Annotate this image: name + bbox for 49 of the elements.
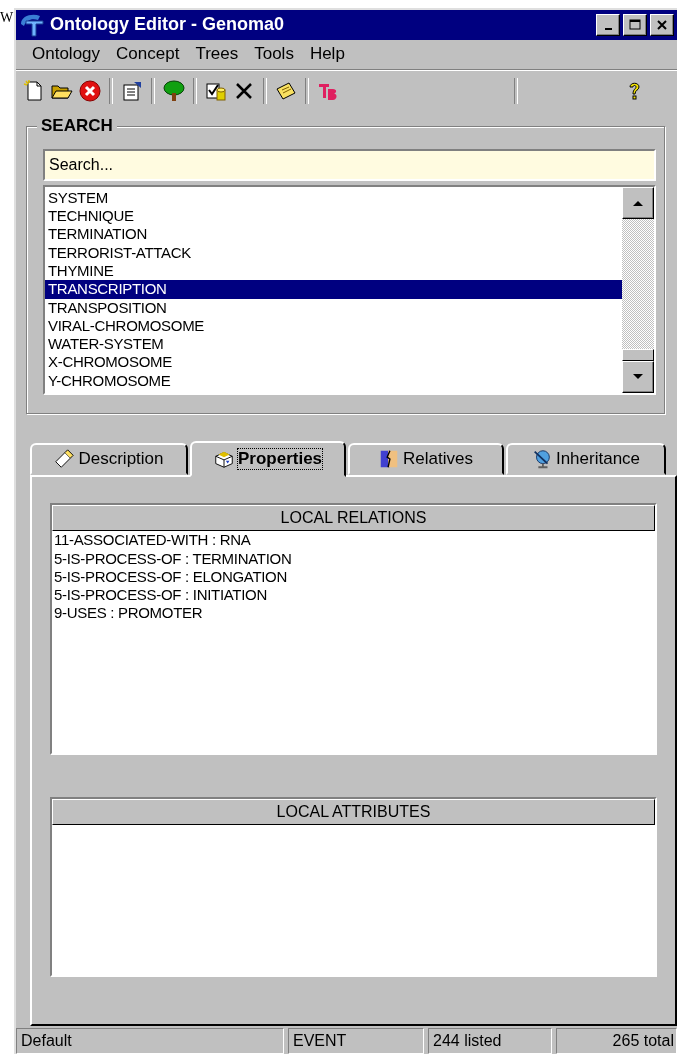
pencil-icon — [53, 448, 76, 471]
list-item[interactable]: TRANSCRIPTION — [45, 280, 622, 299]
scroll-up-button[interactable] — [622, 186, 654, 219]
menu-item[interactable]: Tools — [246, 42, 302, 67]
list-item[interactable]: TRANSPOSITION — [45, 298, 622, 317]
list-item[interactable]: TERMINATION — [45, 225, 622, 244]
list-item[interactable]: X-CHROMOSOME — [45, 353, 622, 372]
menu-item[interactable]: Trees — [187, 42, 247, 67]
list-item[interactable]: WATER-SYSTEM — [45, 335, 622, 354]
maximize-button[interactable] — [623, 13, 647, 36]
maximize-icon — [629, 18, 641, 31]
scroll-thumb[interactable] — [622, 348, 654, 361]
list-item[interactable]: THYMINE — [45, 261, 622, 281]
menu-item[interactable]: Help — [301, 42, 353, 67]
list-item[interactable]: SYSTEM — [45, 188, 622, 207]
close-button[interactable] — [650, 13, 674, 36]
down-arrow-icon — [632, 372, 644, 381]
list-item[interactable]: 11-ASSOCIATED-WITH : RNA — [52, 531, 655, 550]
status-cell: 265 total — [556, 1028, 677, 1054]
list-item[interactable]: VIRAL-CHROMOSOME — [45, 316, 622, 336]
minimize-icon — [604, 27, 612, 30]
backdrop-text: W — [0, 9, 14, 27]
tab[interactable]: Inheritance — [506, 443, 666, 476]
minimize-button[interactable] — [596, 13, 620, 36]
column-header: LOCAL RELATIONS — [52, 505, 655, 532]
tree-icon[interactable] — [162, 78, 186, 103]
scroll-down-button[interactable] — [622, 360, 654, 393]
status-cell: Default — [16, 1028, 284, 1054]
list-item[interactable]: TECHNIQUE — [45, 207, 622, 226]
window-title: Ontology Editor - Genoma0 — [50, 14, 285, 36]
list-item[interactable]: TERRORIST-ATTACK — [45, 243, 622, 262]
close-icon — [656, 18, 668, 31]
tab[interactable]: Description — [30, 443, 188, 476]
menu-item[interactable]: Concept — [108, 42, 188, 67]
scrollbar[interactable] — [622, 186, 654, 393]
search-field[interactable]: Search... — [43, 148, 656, 181]
menu-item[interactable]: Ontology — [24, 42, 109, 67]
list-item[interactable]: 5-IS-PROCESS-OF : ELONGATION — [52, 567, 655, 587]
list-item[interactable]: Y-CHROMOSOME — [45, 371, 622, 390]
tab[interactable]: Properties — [190, 441, 346, 478]
status-cell: EVENT — [288, 1028, 424, 1054]
up-arrow-icon — [632, 198, 644, 207]
status-cell: 244 listed — [428, 1028, 552, 1054]
list-item[interactable]: 5-IS-PROCESS-OF : TERMINATION — [52, 549, 655, 568]
delete-icon[interactable] — [78, 78, 102, 103]
list-item[interactable]: 5-IS-PROCESS-OF : INITIATION — [52, 586, 655, 605]
list-item[interactable]: 9-USES : PROMOTER — [52, 604, 655, 623]
column-header: LOCAL ATTRIBUTES — [52, 799, 655, 826]
tab[interactable]: Relatives — [348, 443, 504, 476]
